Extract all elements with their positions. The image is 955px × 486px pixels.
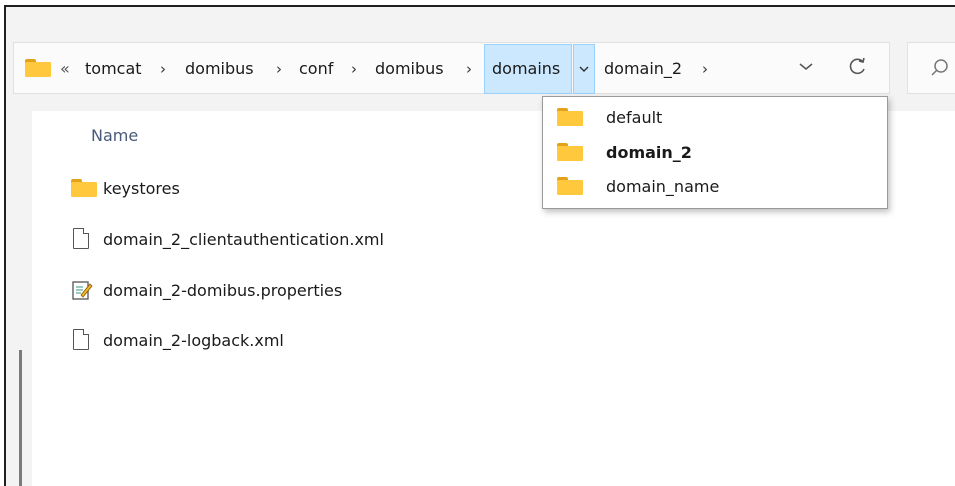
file-name: domain_2-domibus.properties: [103, 281, 343, 300]
breadcrumb-item-domibus-2[interactable]: domibus: [375, 59, 444, 79]
column-header-name[interactable]: Name: [91, 126, 138, 145]
menu-item-default[interactable]: default: [557, 106, 877, 130]
breadcrumb-separator[interactable]: ›: [702, 59, 708, 79]
search-box[interactable]: [907, 42, 955, 94]
breadcrumb-dropdown-button[interactable]: [573, 44, 595, 94]
file-name: keystores: [103, 179, 180, 198]
search-icon: [931, 59, 948, 76]
file-icon: [73, 329, 89, 350]
folder-icon: [557, 108, 583, 126]
breadcrumb-item-domibus[interactable]: domibus: [185, 59, 254, 79]
breadcrumb-item-tomcat[interactable]: tomcat: [85, 59, 142, 79]
breadcrumb-separator[interactable]: ›: [351, 59, 357, 79]
menu-item-label: domain_name: [606, 177, 720, 196]
folder-icon: [71, 179, 97, 197]
breadcrumb-item-conf[interactable]: conf: [299, 59, 333, 79]
file-name: domain_2-logback.xml: [103, 331, 284, 350]
breadcrumb-separator[interactable]: ›: [276, 59, 282, 79]
folder-icon: [25, 59, 51, 77]
breadcrumb-separator[interactable]: ›: [160, 59, 166, 79]
file-icon: [73, 228, 89, 249]
file-name: domain_2_clientauthentication.xml: [103, 230, 384, 249]
menu-item-domain_name[interactable]: domain_name: [557, 175, 877, 199]
menu-item-domain_2[interactable]: domain_2: [557, 141, 877, 165]
history-dropdown-button[interactable]: [796, 54, 816, 85]
refresh-button[interactable]: [846, 54, 868, 85]
folder-icon: [557, 143, 583, 161]
breadcrumb-item-domain_2[interactable]: domain_2: [604, 59, 682, 79]
breadcrumb-separator[interactable]: ›: [466, 59, 472, 79]
scrollbar[interactable]: [19, 350, 22, 486]
chevron-down-icon: [579, 66, 589, 73]
refresh-icon: [849, 57, 865, 75]
chevron-down-icon: [799, 63, 813, 70]
breadcrumb-item-domains[interactable]: domains: [492, 59, 560, 79]
menu-item-label: domain_2: [606, 143, 692, 162]
address-bar[interactable]: [13, 42, 890, 94]
properties-file-icon: [72, 281, 93, 300]
folder-icon: [557, 177, 583, 195]
breadcrumb-overflow[interactable]: «: [60, 59, 70, 79]
breadcrumb-dropdown-menu: default domain_2 domain_name: [542, 96, 888, 209]
menu-item-label: default: [606, 108, 663, 127]
